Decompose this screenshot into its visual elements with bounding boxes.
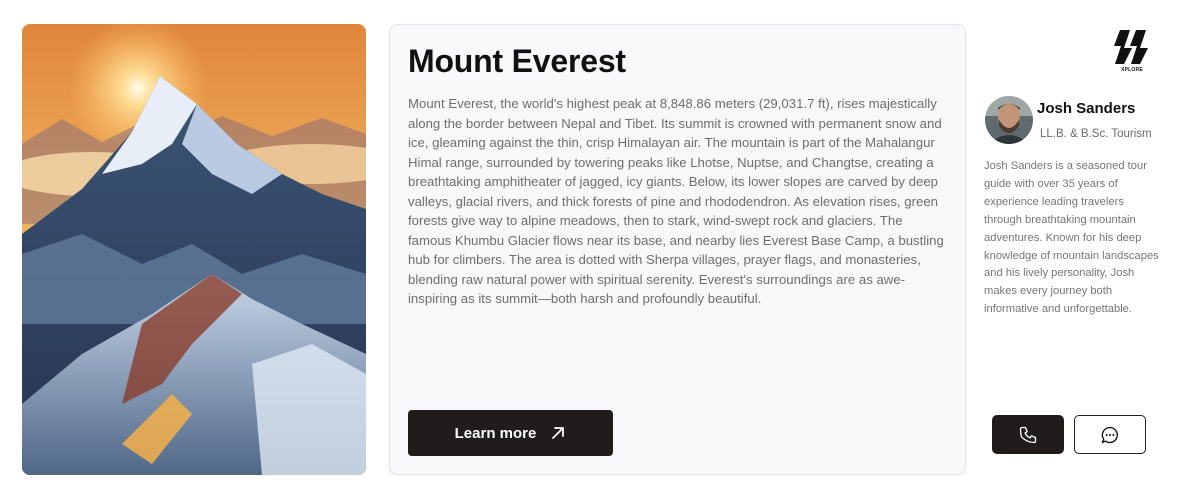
phone-icon [1019,426,1037,443]
destination-title: Mount Everest [408,43,626,79]
brand-logo: XPLORE [1112,28,1152,74]
hero-image [22,24,366,475]
call-button[interactable] [992,415,1064,454]
learn-more-button[interactable]: Learn more [408,410,613,456]
brand-logo-text: XPLORE [1121,67,1143,73]
guide-degree: LL.B. & B.Sc. Tourism [1040,128,1152,140]
chat-bubble-icon [1101,426,1118,443]
learn-more-label: Learn more [454,424,537,442]
destination-card: Mount Everest Mount Everest, the world's… [389,24,966,475]
arrow-up-right-icon [552,427,565,439]
message-button[interactable] [1074,415,1146,454]
guide-avatar [985,96,1033,144]
guide-name: Josh Sanders [1037,100,1136,117]
guide-bio: Josh Sanders is a seasoned tour guide wi… [984,160,1159,316]
destination-description: Mount Everest, the world's highest peak … [408,96,944,306]
